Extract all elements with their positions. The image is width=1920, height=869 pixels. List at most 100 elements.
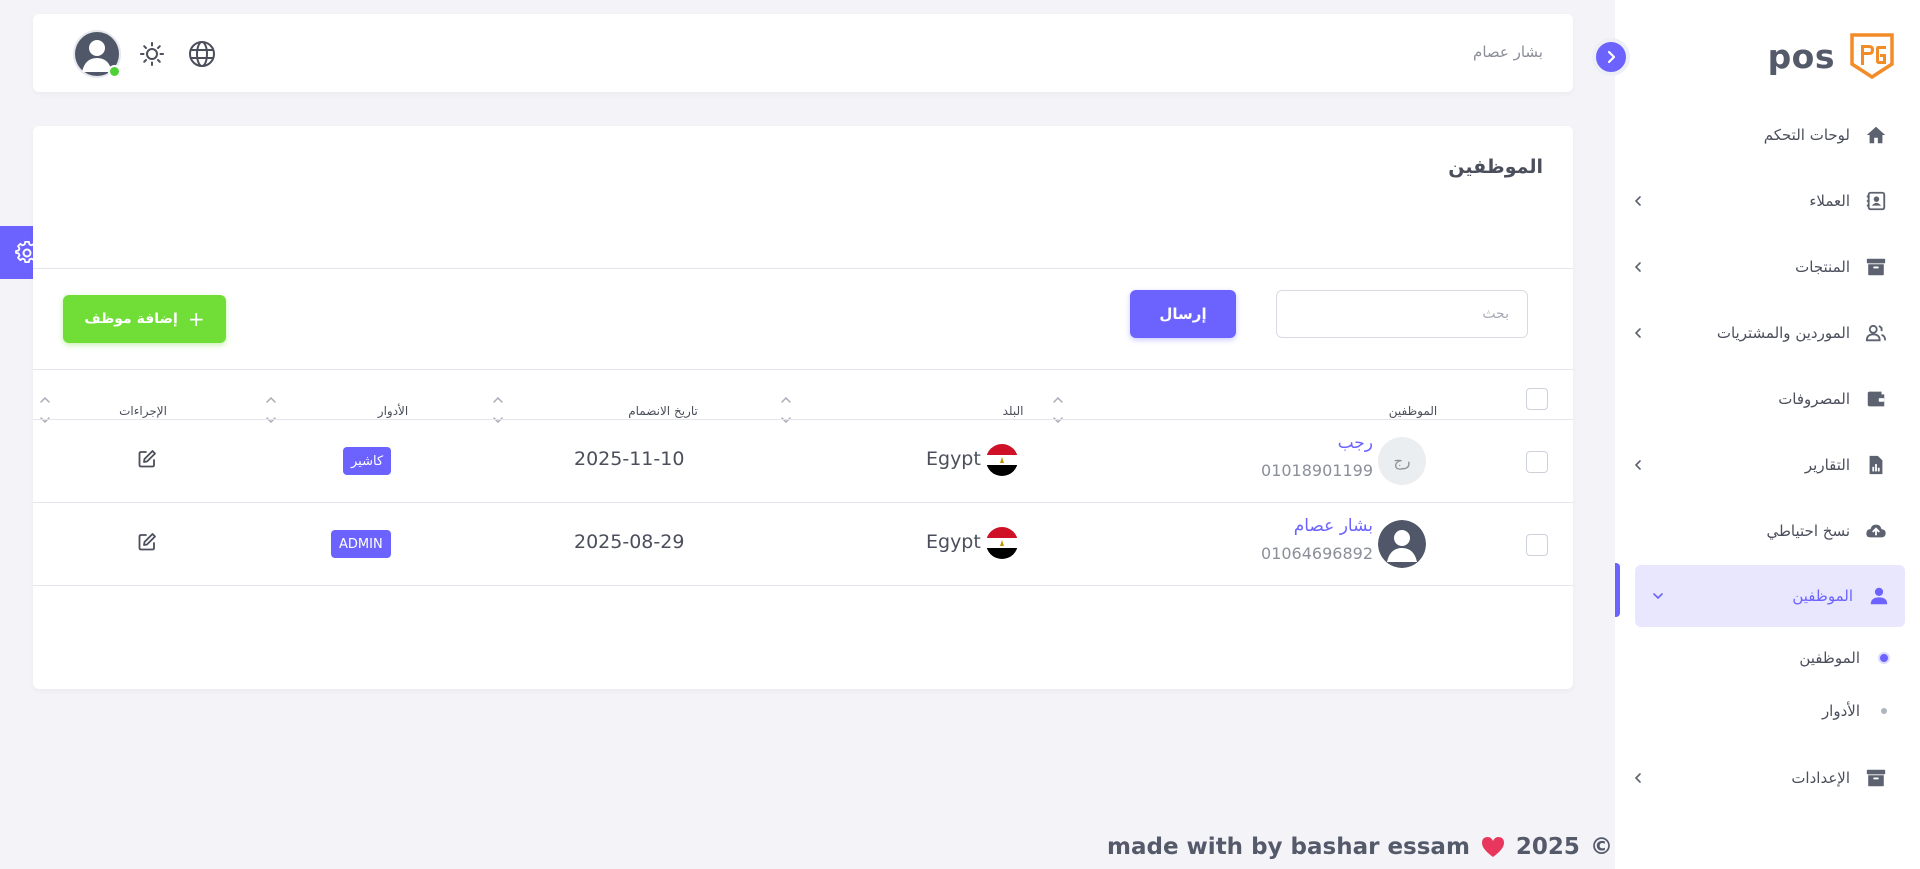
archive-icon	[1864, 766, 1888, 790]
sidebar-item-dashboards[interactable]: لوحات التحكم	[1615, 104, 1902, 166]
row-checkbox[interactable]	[1526, 534, 1548, 556]
avatar	[1378, 520, 1426, 568]
sidebar-item-reports[interactable]: التقارير	[1615, 434, 1902, 496]
chevron-right-icon	[1607, 50, 1616, 64]
cloud-upload-icon	[1864, 519, 1888, 543]
footer-credit: made with by bashar essam	[1107, 834, 1470, 860]
row-checkbox[interactable]	[1526, 451, 1548, 473]
sidebar-item-label: لوحات التحكم	[1763, 126, 1850, 144]
user-silhouette-icon	[1378, 520, 1426, 568]
employee-phone: 01018901199	[1261, 461, 1373, 480]
send-button[interactable]: إرسال	[1130, 290, 1236, 338]
sidebar-item-label: العملاء	[1809, 192, 1850, 210]
archive-icon	[1864, 255, 1888, 279]
sun-icon[interactable]	[138, 40, 166, 68]
sidebar-item-label: المنتجات	[1795, 258, 1850, 276]
join-date: 2025-08-29	[574, 531, 685, 553]
chevron-down-icon	[1653, 593, 1663, 600]
divider	[33, 585, 1573, 586]
sort-icon[interactable]	[39, 392, 51, 428]
globe-icon[interactable]	[188, 40, 216, 68]
active-indicator	[1615, 563, 1620, 617]
search-input[interactable]	[1276, 290, 1528, 338]
select-all-checkbox[interactable]	[1526, 388, 1548, 410]
brand-logo	[1850, 33, 1894, 80]
column-header-country[interactable]: البلد	[933, 386, 1093, 436]
sidebar-item-label: المصروفات	[1778, 390, 1850, 408]
sidebar-item-label: نسخ احتياطي	[1766, 522, 1850, 540]
egypt-flag-icon	[986, 444, 1018, 476]
brand[interactable]: pos	[1768, 32, 1895, 80]
column-header-roles[interactable]: الأدوار	[313, 386, 473, 436]
chevron-left-icon	[1634, 328, 1641, 338]
divider	[33, 268, 1573, 269]
users-icon	[1864, 321, 1888, 345]
sidebar-item-backup[interactable]: نسخ احتياطي	[1615, 500, 1902, 562]
footer: made with by bashar essam 2025 ©	[1107, 832, 1613, 862]
sidebar: pos لوحات التحكم العملاء المنتجات المورد…	[1592, 0, 1920, 869]
edit-icon[interactable]	[136, 448, 158, 470]
column-header-actions: الإجراءات	[119, 404, 167, 418]
role-badge: ADMIN	[331, 530, 391, 558]
add-employee-label: إضافة موظف	[84, 311, 178, 327]
avatar: رج	[1378, 437, 1426, 485]
divider	[33, 502, 1573, 503]
sidebar-collapse-button[interactable]	[1592, 38, 1630, 76]
column-header-join-date[interactable]: تاريخ الانضمام	[573, 386, 753, 436]
sidebar-item-label: الموردين والمشتريات	[1716, 324, 1850, 342]
employees-card: الموظفين إرسال إضافة موظف + الموظفين الب…	[33, 126, 1573, 689]
sidebar-subitem-label: الموظفين	[1799, 649, 1860, 667]
sort-icon[interactable]	[265, 392, 277, 428]
employee-phone: 01064696892	[1261, 544, 1373, 563]
sidebar-item-products[interactable]: المنتجات	[1615, 236, 1902, 298]
join-date: 2025-11-10	[574, 448, 685, 470]
report-icon	[1864, 453, 1888, 477]
sidebar-subitem-label: الأدوار	[1821, 702, 1860, 720]
sidebar-item-expenses[interactable]: المصروفات	[1615, 368, 1902, 430]
employee-name-link[interactable]: رجب	[1338, 433, 1373, 453]
sidebar-item-suppliers[interactable]: الموردين والمشتريات	[1615, 302, 1902, 364]
country-name: Egypt	[926, 448, 981, 470]
chevron-left-icon	[1634, 196, 1641, 206]
sort-icon[interactable]	[780, 392, 792, 428]
heart-icon	[1481, 837, 1504, 857]
sidebar-subitem-employees[interactable]: الموظفين	[1670, 643, 1890, 673]
avatar-initials: رج	[1393, 452, 1411, 470]
role-badge: كاشير	[343, 447, 392, 475]
brand-name: pos	[1767, 36, 1835, 76]
wallet-icon	[1864, 387, 1888, 411]
column-header-employees[interactable]: الموظفين	[1323, 386, 1503, 436]
egypt-flag-icon	[986, 527, 1018, 559]
online-status-dot	[108, 65, 121, 78]
sidebar-subitem-roles[interactable]: الأدوار	[1670, 696, 1890, 726]
sort-icon[interactable]	[1052, 392, 1064, 428]
dot-icon	[1878, 705, 1890, 717]
sidebar-item-employees[interactable]: الموظفين	[1635, 565, 1905, 627]
active-dot-icon	[1878, 652, 1890, 664]
user-avatar[interactable]	[73, 30, 121, 78]
top-bar: بشار عصام	[33, 14, 1573, 92]
sidebar-item-settings[interactable]: الإعدادات	[1615, 747, 1902, 809]
divider	[33, 419, 1573, 420]
chevron-left-icon	[1634, 773, 1641, 783]
sidebar-item-label: الإعدادات	[1791, 769, 1850, 787]
plus-icon: +	[187, 307, 205, 331]
add-employee-button[interactable]: إضافة موظف +	[63, 295, 226, 343]
page-title: الموظفين	[1448, 156, 1543, 178]
contacts-icon	[1864, 189, 1888, 213]
divider	[33, 369, 1573, 370]
header-user-name: بشار عصام	[1473, 43, 1543, 61]
user-icon	[1867, 584, 1891, 608]
sidebar-item-label: الموظفين	[1792, 587, 1853, 605]
chevron-left-icon	[1634, 262, 1641, 272]
country-name: Egypt	[926, 531, 981, 553]
sidebar-item-customers[interactable]: العملاء	[1615, 170, 1902, 232]
footer-year: 2025	[1515, 834, 1580, 860]
home-icon	[1864, 123, 1888, 147]
footer-copyright-symbol: ©	[1589, 834, 1613, 860]
edit-icon[interactable]	[136, 531, 158, 553]
chevron-left-icon	[1634, 460, 1641, 470]
employee-name-link[interactable]: بشار عصام	[1294, 516, 1373, 536]
sort-icon[interactable]	[492, 392, 504, 428]
sidebar-item-label: التقارير	[1804, 456, 1850, 474]
